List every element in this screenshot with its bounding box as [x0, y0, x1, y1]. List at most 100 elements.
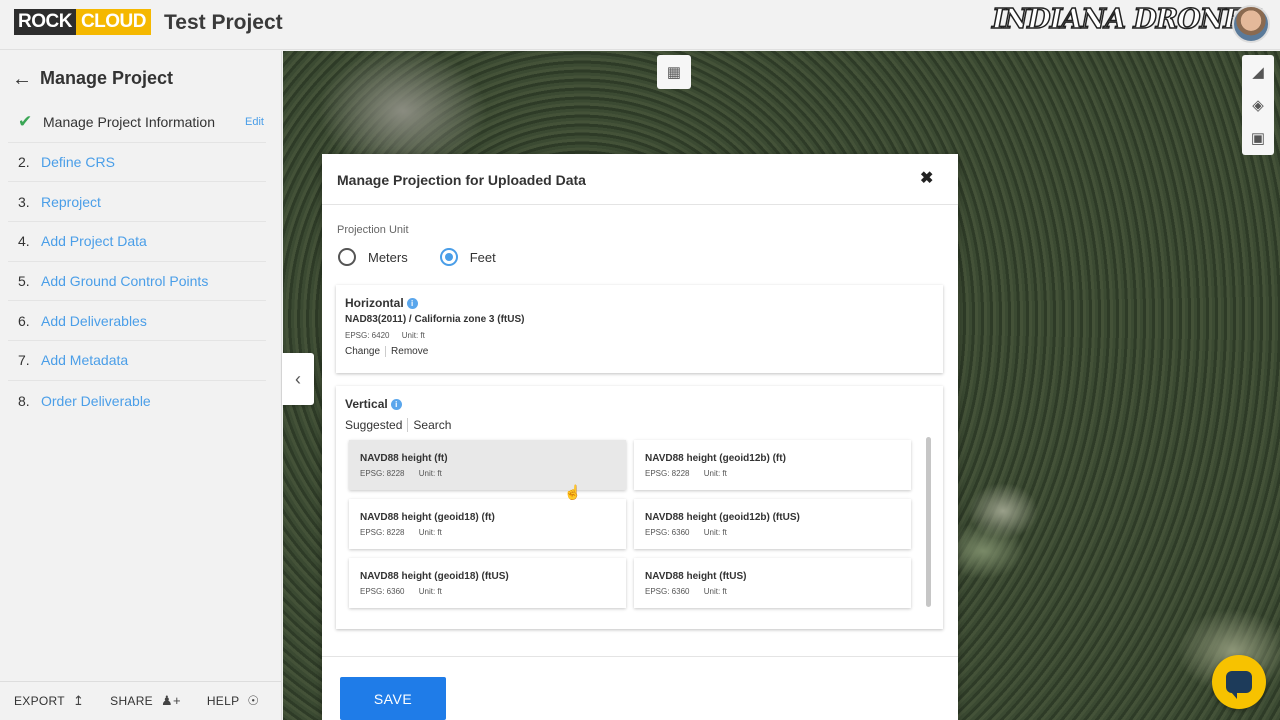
remove-link[interactable]: Remove: [391, 346, 428, 357]
unit-option-feet[interactable]: Feet: [439, 248, 496, 266]
option-name: NAVD88 height (geoid18) (ft): [360, 512, 495, 523]
vertical-option[interactable]: NAVD88 height (geoid12b) (ft) EPSG: 8228…: [634, 440, 911, 490]
step-link[interactable]: Add Project Data: [41, 233, 147, 249]
floppy-disk-icon[interactable]: ▣: [1251, 129, 1265, 147]
option-name: NAVD88 height (geoid12b) (ft): [645, 453, 786, 464]
close-icon[interactable]: ✖: [920, 168, 933, 188]
save-button[interactable]: SAVE: [340, 677, 446, 720]
step-link[interactable]: Add Ground Control Points: [41, 273, 208, 289]
checkmark-icon: ✔: [18, 112, 33, 132]
sidebar: ← Manage Project ✔ Manage Project Inform…: [0, 51, 282, 720]
epsg-code: EPSG: 8228: [360, 528, 405, 537]
logo-rock-text: ROCK: [14, 9, 76, 35]
option-meta: EPSG: 6360 Unit: ft: [645, 587, 739, 596]
help-label: HELP: [206, 694, 240, 708]
divider: [322, 656, 958, 657]
vertical-scrollbar[interactable]: [926, 437, 931, 607]
horizontal-actions: Change Remove: [345, 346, 428, 357]
vertical-heading: Vertical i: [345, 397, 402, 411]
chat-icon: [1226, 671, 1252, 699]
unit-text: Unit: ft: [703, 528, 727, 537]
epsg-code: EPSG: 6360: [645, 528, 690, 537]
tab-suggested[interactable]: Suggested: [345, 418, 402, 432]
step-order-deliverable[interactable]: 8. Order Deliverable: [8, 381, 266, 421]
ruler-icon[interactable]: ◢: [1252, 63, 1264, 81]
chat-button[interactable]: [1212, 655, 1266, 709]
step-link[interactable]: Define CRS: [41, 154, 115, 170]
collapse-sidebar-button[interactable]: ‹: [282, 353, 314, 405]
top-bar: ROCK CLOUD Test Project INDIANA DRONES: [0, 0, 1280, 50]
modal-title: Manage Projection for Uploaded Data: [337, 172, 586, 188]
feet-label: Feet: [469, 249, 496, 265]
horizontal-heading: Horizontal i: [345, 296, 418, 310]
vertical-option[interactable]: NAVD88 height (geoid12b) (ftUS) EPSG: 63…: [634, 499, 911, 549]
epsg-code: EPSG: 6360: [360, 587, 405, 596]
mouse-cursor-icon: ☝: [564, 484, 582, 500]
step-link[interactable]: Add Deliverables: [41, 313, 147, 329]
share-button[interactable]: SHARE ♟+: [110, 693, 181, 709]
export-button[interactable]: EXPORT ↥: [14, 693, 84, 709]
option-name: NAVD88 height (geoid18) (ftUS): [360, 571, 509, 582]
divider: [407, 418, 409, 432]
projection-unit-radio-group: Meters Feet: [338, 248, 528, 266]
horizontal-crs-card: Horizontal i NAD83(2011) / California zo…: [336, 285, 943, 373]
step-list: ✔ Manage Project Information Edit 2. Def…: [8, 103, 266, 421]
layers-icon[interactable]: ◈: [1252, 96, 1264, 114]
vertical-tabs: Suggested Search: [345, 418, 451, 432]
step-add-metadata[interactable]: 7. Add Metadata: [8, 341, 266, 381]
unit-text: Unit: ft: [703, 469, 727, 478]
step-manage-project-info: ✔ Manage Project Information Edit: [8, 103, 266, 143]
sidebar-title: Manage Project: [40, 68, 174, 88]
option-meta: EPSG: 8228 Unit: ft: [360, 469, 454, 478]
step-add-deliverables[interactable]: 6. Add Deliverables: [8, 301, 266, 342]
unit-option-meters[interactable]: Meters: [338, 248, 408, 266]
divider: [385, 346, 387, 357]
vertical-option[interactable]: NAVD88 height (ftUS) EPSG: 6360 Unit: ft: [634, 558, 911, 608]
horizontal-crs-meta: EPSG: 6420 Unit: ft: [345, 331, 435, 340]
add-user-icon: ♟+: [160, 693, 181, 708]
change-link[interactable]: Change: [345, 346, 380, 357]
map-toolbar: ◢ ◈ ▣: [1242, 55, 1274, 155]
vertical-option[interactable]: NAVD88 height (ft) EPSG: 8228 Unit: ft: [349, 440, 626, 490]
unit-text: Unit: ft: [418, 587, 442, 596]
option-meta: EPSG: 8228 Unit: ft: [645, 469, 739, 478]
user-avatar[interactable]: [1232, 5, 1270, 43]
step-link[interactable]: Order Deliverable: [41, 393, 151, 409]
help-button[interactable]: HELP ☉: [207, 693, 260, 709]
tab-search[interactable]: Search: [413, 418, 451, 432]
option-meta: EPSG: 6360 Unit: ft: [360, 587, 454, 596]
step-reproject[interactable]: 3. Reproject: [8, 182, 266, 223]
info-icon[interactable]: i: [390, 398, 402, 410]
option-name: NAVD88 height (geoid12b) (ftUS): [645, 512, 800, 523]
step-link[interactable]: Add Metadata: [41, 352, 128, 368]
epsg-code: EPSG: 8228: [360, 469, 405, 478]
logo-cloud-text: CLOUD: [75, 9, 152, 35]
share-label: SHARE: [110, 694, 153, 708]
chevron-left-icon: ‹: [295, 368, 301, 389]
vertical-option[interactable]: NAVD88 height (geoid18) (ftUS) EPSG: 636…: [349, 558, 626, 608]
info-icon[interactable]: i: [406, 297, 418, 309]
arrow-left-icon: ←: [12, 67, 32, 90]
feet-radio[interactable]: [439, 248, 458, 266]
projection-modal: Manage Projection for Uploaded Data ✖ Pr…: [322, 154, 958, 720]
step-number: 4.: [18, 233, 30, 250]
projection-unit-label: Projection Unit: [337, 224, 409, 236]
edit-link[interactable]: Edit: [245, 116, 264, 128]
step-define-crs[interactable]: 2. Define CRS: [8, 143, 266, 183]
epsg-code: EPSG: 8228: [645, 469, 690, 478]
option-meta: EPSG: 8228 Unit: ft: [360, 528, 454, 537]
epsg-code: EPSG: 6360: [645, 587, 690, 596]
step-link[interactable]: Reproject: [41, 194, 101, 210]
map-toggle-button[interactable]: ▦: [657, 55, 691, 89]
step-add-gcp[interactable]: 5. Add Ground Control Points: [8, 262, 266, 302]
meters-radio[interactable]: [338, 248, 356, 266]
upload-icon: ↥: [72, 693, 85, 708]
step-number: 6.: [18, 312, 30, 329]
epsg-code: EPSG: 6420: [345, 331, 390, 340]
step-add-project-data[interactable]: 4. Add Project Data: [8, 222, 266, 262]
back-button[interactable]: ← Manage Project: [12, 68, 173, 89]
option-meta: EPSG: 6360 Unit: ft: [645, 528, 739, 537]
vertical-option[interactable]: NAVD88 height (geoid18) (ft) EPSG: 8228 …: [349, 499, 626, 549]
step-number: 5.: [18, 273, 30, 290]
rockcloud-logo[interactable]: ROCK CLOUD: [14, 9, 152, 35]
